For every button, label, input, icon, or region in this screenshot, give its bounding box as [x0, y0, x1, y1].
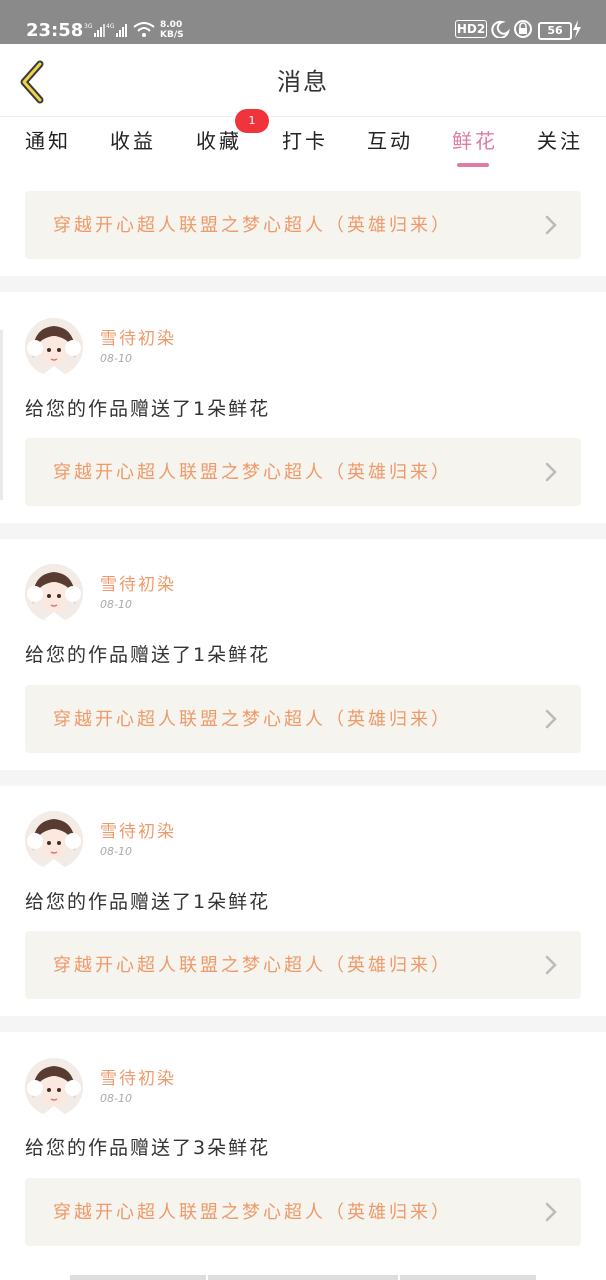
- avatar[interactable]: [25, 1058, 83, 1116]
- message-date: 08-10: [100, 845, 132, 858]
- avatar[interactable]: [25, 564, 83, 622]
- username[interactable]: 雪待初染: [100, 324, 176, 349]
- tab-flowers[interactable]: 鲜花: [452, 125, 498, 154]
- charging-icon: [573, 20, 581, 38]
- favorites-badge: 1: [235, 109, 269, 133]
- tab-checkin[interactable]: 打卡: [282, 125, 328, 154]
- tab-favorites[interactable]: 收藏: [196, 125, 242, 154]
- tab-notifications[interactable]: 通知: [25, 125, 71, 154]
- work-title: 穿越开心超人联盟之梦心超人（英雄归来）: [53, 1202, 452, 1223]
- hd-icon: HD2: [455, 20, 487, 38]
- message-text: 给您的作品赠送了3朵鲜花: [25, 1137, 271, 1159]
- chevron-right-icon: [545, 955, 557, 975]
- app-header: 消息: [0, 44, 606, 117]
- section-divider: [0, 1016, 606, 1032]
- bottom-bar-segment: [400, 1275, 536, 1280]
- lock-rotation-icon: [514, 20, 532, 38]
- chevron-right-icon: [545, 1202, 557, 1222]
- user-avatar-icon: [25, 564, 83, 622]
- message-text: 给您的作品赠送了1朵鲜花: [25, 644, 271, 666]
- signal-3g-icon: 3G: [84, 23, 105, 37]
- bottom-bar-segment: [208, 1275, 398, 1280]
- page-title: 消息: [277, 68, 329, 96]
- username[interactable]: 雪待初染: [100, 570, 176, 595]
- work-link-card[interactable]: 穿越开心超人联盟之梦心超人（英雄归来）: [25, 191, 581, 259]
- signal-4g-icon: 4G: [106, 23, 127, 37]
- battery-indicator: 56: [538, 22, 572, 40]
- message-date: 08-10: [100, 1092, 132, 1105]
- tab-interaction[interactable]: 互动: [367, 125, 413, 154]
- active-tab-indicator: [457, 163, 489, 167]
- wifi-icon: [133, 22, 155, 37]
- speed-value: 8.00: [160, 20, 183, 30]
- username[interactable]: 雪待初染: [100, 817, 176, 842]
- section-divider: [0, 276, 606, 292]
- status-bar: 23:58 3G 4G 8.00 KB/S HD2 56: [0, 0, 606, 44]
- work-link-card[interactable]: 穿越开心超人联盟之梦心超人（英雄归来）: [25, 931, 581, 999]
- work-title: 穿越开心超人联盟之梦心超人（英雄归来）: [53, 462, 452, 483]
- tab-following[interactable]: 关注: [537, 125, 583, 154]
- chevron-right-icon: [545, 709, 557, 729]
- clock: 23:58: [26, 20, 84, 41]
- work-link-card[interactable]: 穿越开心超人联盟之梦心超人（英雄归来）: [25, 438, 581, 506]
- username[interactable]: 雪待初染: [100, 1064, 176, 1089]
- message-date: 08-10: [100, 352, 132, 365]
- edge-handle: [0, 330, 3, 500]
- chevron-right-icon: [545, 215, 557, 235]
- user-avatar-icon: [25, 318, 83, 376]
- message-text: 给您的作品赠送了1朵鲜花: [25, 891, 271, 913]
- section-divider: [0, 523, 606, 539]
- tab-earnings[interactable]: 收益: [110, 125, 156, 154]
- net1-label: 3G: [84, 23, 93, 30]
- user-avatar-icon: [25, 1058, 83, 1116]
- message-date: 08-10: [100, 598, 132, 611]
- speed-unit: KB/S: [160, 30, 184, 40]
- moon-icon: [491, 20, 510, 38]
- section-divider: [0, 770, 606, 786]
- network-speed: 8.00 KB/S: [160, 20, 184, 40]
- hd-label: HD2: [456, 22, 486, 36]
- work-title: 穿越开心超人联盟之梦心超人（英雄归来）: [53, 955, 452, 976]
- avatar[interactable]: [25, 811, 83, 869]
- user-avatar-icon: [25, 811, 83, 869]
- battery-level: 56: [547, 24, 563, 37]
- bottom-bar-segment: [70, 1275, 206, 1280]
- work-link-card[interactable]: 穿越开心超人联盟之梦心超人（英雄归来）: [25, 685, 581, 753]
- tab-bar: 通知 收益 收藏 打卡 互动 鲜花 关注 1: [0, 109, 606, 173]
- net2-label: 4G: [106, 23, 115, 30]
- work-title: 穿越开心超人联盟之梦心超人（英雄归来）: [53, 215, 452, 236]
- chevron-right-icon: [545, 462, 557, 482]
- avatar[interactable]: [25, 318, 83, 376]
- work-title: 穿越开心超人联盟之梦心超人（英雄归来）: [53, 709, 452, 730]
- message-text: 给您的作品赠送了1朵鲜花: [25, 398, 271, 420]
- work-link-card[interactable]: 穿越开心超人联盟之梦心超人（英雄归来）: [25, 1178, 581, 1246]
